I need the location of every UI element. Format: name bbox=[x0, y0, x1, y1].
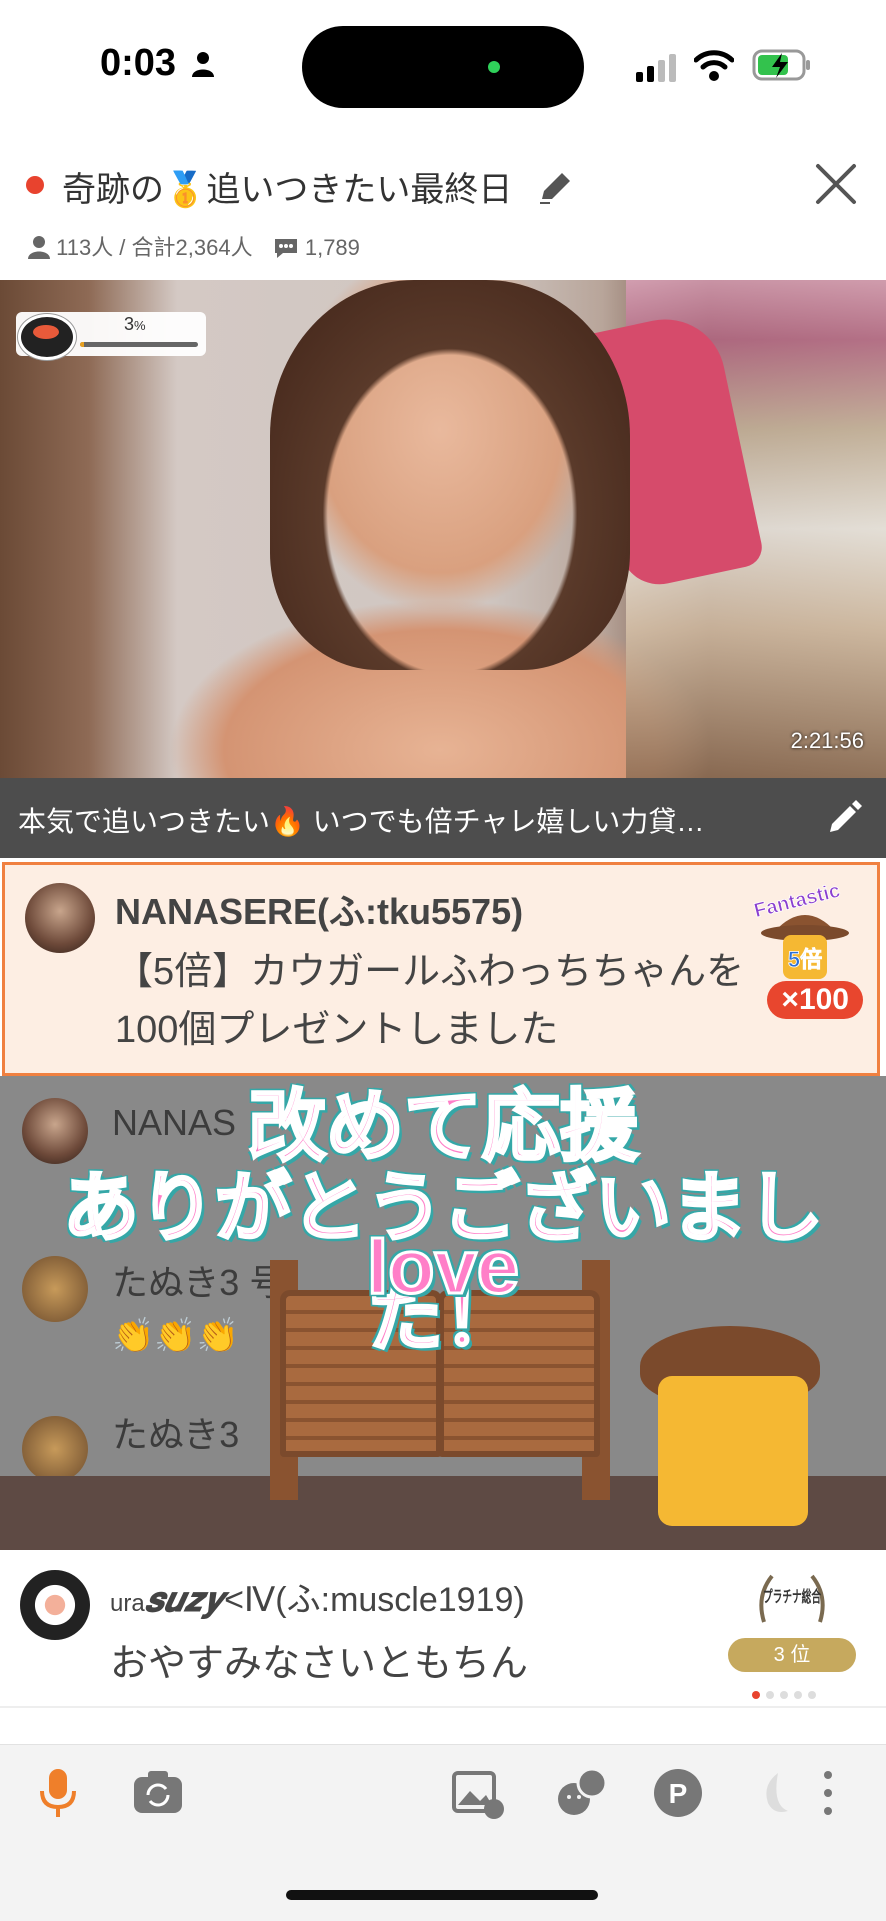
sushi-icon bbox=[18, 314, 76, 360]
avatar[interactable] bbox=[20, 1570, 90, 1640]
points-label: P bbox=[669, 1778, 688, 1809]
rank-label[interactable]: 3 位 bbox=[728, 1638, 856, 1672]
viewer-count: 113人 / 合計2,364人 bbox=[56, 235, 253, 260]
rank-pager bbox=[752, 1686, 822, 1704]
emoji-icon[interactable] bbox=[554, 1765, 610, 1821]
elapsed-time: 2:21:56 bbox=[790, 728, 864, 753]
rank-badge-label: プラチナ総合 bbox=[763, 1587, 822, 1606]
more-icon[interactable] bbox=[808, 1765, 864, 1821]
gift-message: 【5倍】カウガールふわっちちゃんを100個プレゼントしました bbox=[115, 951, 745, 1051]
comments-icon bbox=[274, 239, 297, 258]
avatar[interactable] bbox=[25, 883, 95, 953]
camera-switch-icon[interactable] bbox=[130, 1765, 186, 1821]
person-icon bbox=[191, 52, 214, 77]
goal-progress[interactable]: 3% bbox=[16, 312, 206, 360]
avatar[interactable] bbox=[22, 1416, 88, 1482]
cowgirl-gift-icon: Fantastic 5倍 bbox=[751, 879, 849, 979]
edit-title-icon[interactable] bbox=[536, 167, 576, 207]
microphone-icon[interactable] bbox=[30, 1765, 86, 1821]
gift-comment[interactable]: NANASERE(ふ:tku5575) 【5倍】カウガールふわっちちゃんを100… bbox=[2, 862, 880, 1076]
viewers-icon bbox=[28, 236, 50, 259]
image-icon[interactable] bbox=[450, 1765, 506, 1821]
progress-percent: 3 bbox=[124, 314, 135, 334]
comment-count: 1,789 bbox=[304, 235, 360, 260]
dynamic-island bbox=[302, 26, 584, 108]
points-icon[interactable]: P bbox=[650, 1765, 706, 1821]
comment-user[interactable]: たぬき3 bbox=[112, 1406, 239, 1458]
close-icon[interactable] bbox=[812, 160, 860, 208]
home-indicator[interactable] bbox=[286, 1890, 598, 1900]
stream-title: 奇跡の🥇追いつきたい最終日 bbox=[62, 162, 576, 211]
overlay-line-3: love bbox=[365, 1224, 520, 1312]
status-time: 0:03 bbox=[100, 42, 215, 85]
rank-badge-icon[interactable]: プラチナ総合 bbox=[752, 1566, 832, 1632]
live-indicator bbox=[26, 176, 44, 194]
edit-description-icon[interactable] bbox=[824, 798, 864, 838]
stream-description[interactable]: 本気で追いつきたい🔥 いつでも倍チャレ嬉しい力貸… bbox=[0, 778, 886, 858]
gift-count: ×100 bbox=[767, 981, 863, 1019]
badge-multiplier: 5倍 bbox=[788, 947, 822, 972]
stream-stats: 113人 / 合計2,364人 1,789 bbox=[28, 230, 360, 262]
comment-message: おやすみなさいともちん bbox=[110, 1643, 529, 1685]
signal-icon bbox=[636, 54, 676, 82]
comment-user[interactable]: ura𝒔𝒖𝒛𝒚<Ⅳ(ふ:muscle1919) bbox=[110, 1572, 525, 1621]
progress-unit: % bbox=[134, 318, 146, 333]
gift-icon[interactable] bbox=[748, 1765, 804, 1821]
battery-icon bbox=[752, 49, 810, 81]
comment-user[interactable]: NANASERE(ふ:tku5575) bbox=[115, 883, 523, 935]
wifi-icon bbox=[694, 50, 734, 81]
mascot-character bbox=[658, 1376, 808, 1526]
badge-top-text: Fantastic bbox=[752, 880, 843, 923]
description-text: 本気で追いつきたい🔥 いつでも倍チャレ嬉しい力貸… bbox=[18, 806, 705, 837]
progress-bar bbox=[80, 342, 198, 347]
